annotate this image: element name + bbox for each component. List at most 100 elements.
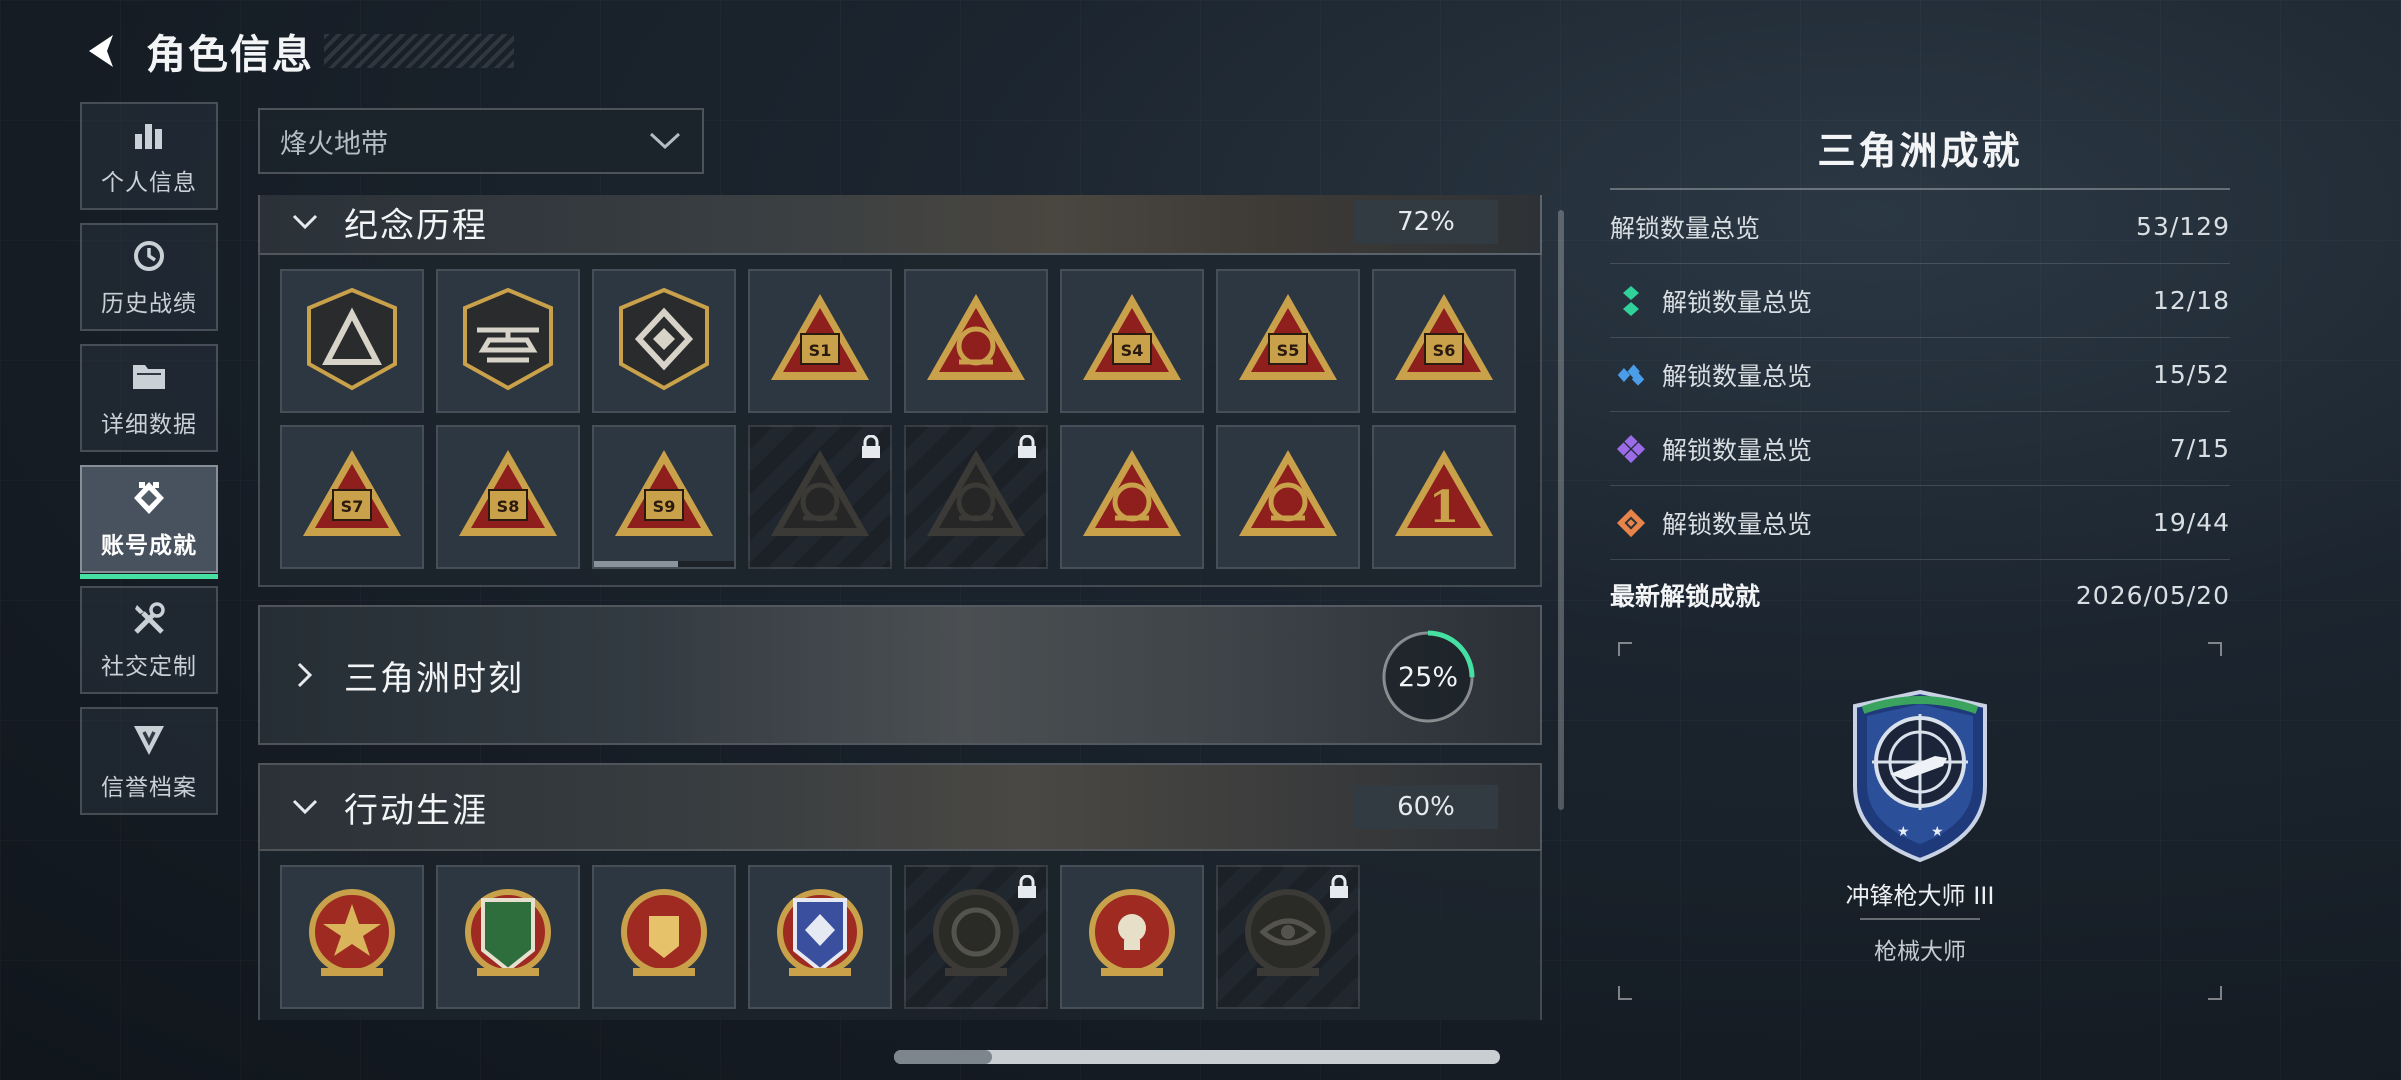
achievement-tile[interactable]: 1 — [1372, 425, 1516, 569]
s1-balloon-badge-icon: S1 — [765, 284, 875, 398]
side-nav: 个人信息 历史战绩 详细数据 账号成就 社交定制 信誉档案 — [80, 102, 218, 828]
title-decoration — [324, 34, 514, 68]
lock-icon — [1016, 434, 1038, 459]
back-button[interactable] — [80, 29, 124, 73]
achievement-tile[interactable] — [904, 865, 1048, 1009]
tier-label: 解锁数量总览 — [1662, 435, 1813, 465]
achievement-tile[interactable] — [1216, 425, 1360, 569]
latest-achievement-row: 最新解锁成就 2026/05/20 — [1610, 560, 2230, 630]
achievement-tile[interactable] — [1060, 865, 1204, 1009]
s6-triangle-badge-icon: S6 — [1389, 284, 1499, 398]
svg-text:S1: S1 — [809, 341, 832, 360]
nav-label: 个人信息 — [101, 170, 197, 196]
nav-label: 详细数据 — [101, 412, 197, 438]
achievement-tile[interactable] — [592, 269, 736, 413]
tier-value: 15/52 — [2152, 360, 2230, 389]
vehicle-triangle-badge-icon — [1077, 440, 1187, 554]
progress-ring: 25% — [1378, 627, 1478, 727]
achievement-tile[interactable] — [748, 865, 892, 1009]
lock-icon — [1016, 874, 1038, 899]
nav-item-reputation[interactable]: 信誉档案 — [80, 707, 218, 815]
list-scrollbar[interactable] — [1558, 210, 1564, 810]
achievement-tile[interactable] — [904, 425, 1048, 569]
diamond-emblem-icon — [609, 284, 719, 398]
nav-label: 信誉档案 — [101, 775, 197, 801]
svg-text:S4: S4 — [1121, 341, 1144, 360]
nav-item-personal-info[interactable]: 个人信息 — [80, 102, 218, 210]
blue-tier-icon — [1616, 360, 1646, 390]
progress-percent-value: 72% — [1397, 207, 1455, 237]
featured-name: 冲锋枪大师 III — [1845, 882, 1995, 910]
achievement-tile[interactable]: S8 — [436, 425, 580, 569]
horizontal-scrollbar[interactable] — [894, 1050, 1500, 1064]
horizontal-scrollbar-thumb[interactable] — [894, 1050, 992, 1064]
chevron-down-icon — [649, 132, 681, 150]
achievement-tile[interactable]: S7 — [280, 425, 424, 569]
achievement-tile[interactable] — [1216, 865, 1360, 1009]
green-tier-icon — [1616, 285, 1646, 316]
nav-item-account-achievements[interactable]: 账号成就 — [80, 465, 218, 579]
svg-text:S6: S6 — [1433, 341, 1456, 360]
achievement-tile[interactable]: S4 — [1060, 269, 1204, 413]
delta-emblem-icon — [297, 284, 407, 398]
tier-label: 解锁数量总览 — [1662, 509, 1813, 539]
skull-medal-icon — [1077, 880, 1187, 994]
header: 角色信息 — [80, 22, 514, 80]
shell-medal-icon — [921, 880, 1031, 994]
frame-corner — [1618, 986, 1632, 1000]
tier-value: 12/18 — [2152, 286, 2230, 315]
section-title: 纪念历程 — [344, 205, 488, 246]
achievement-tile[interactable] — [592, 865, 736, 1009]
svg-text:S7: S7 — [341, 497, 364, 516]
lock-icon — [1328, 874, 1350, 899]
achievement-tile[interactable]: S5 — [1216, 269, 1360, 413]
nav-item-detailed-data[interactable]: 详细数据 — [80, 344, 218, 452]
s4-triangle-badge-icon: S4 — [1077, 284, 1187, 398]
s7-triangle-badge-icon: S7 — [297, 440, 407, 554]
summary-label: 解锁数量总览 — [1610, 213, 1761, 243]
achievement-tile[interactable] — [1060, 425, 1204, 569]
achievement-list[interactable]: 纪念历程 72% S1 S4 S5 S6 S7 S8 S9 1 三角洲时刻 25% 行动生涯 … — [258, 195, 1542, 1020]
section-header-memorial[interactable]: 纪念历程 72% — [258, 195, 1542, 255]
achievement-tile[interactable] — [280, 865, 424, 1009]
progress-percent-value: 60% — [1397, 792, 1455, 822]
frame-corner — [2208, 642, 2222, 656]
svg-text:S5: S5 — [1277, 341, 1300, 360]
achievement-tile[interactable] — [280, 269, 424, 413]
tier-row: 解锁数量总览 7/15 — [1610, 412, 2230, 486]
achievement-tile[interactable] — [436, 269, 580, 413]
section-header-delta-moments[interactable]: 三角洲时刻 25% — [258, 605, 1542, 745]
nav-label: 历史战绩 — [101, 291, 197, 317]
nav-item-history[interactable]: 历史战绩 — [80, 223, 218, 331]
achievement-summary-panel: 三角洲成就 解锁数量总览 53/129 解锁数量总览 12/18 解锁数量总览 … — [1610, 120, 2230, 1006]
nav-item-social-custom[interactable]: 社交定制 — [80, 586, 218, 694]
svg-text:★: ★ — [1897, 824, 1910, 840]
achievement-tile[interactable] — [436, 865, 580, 1009]
tier-value: 7/15 — [2169, 434, 2230, 463]
achievement-tile[interactable] — [904, 269, 1048, 413]
latest-label: 最新解锁成就 — [1610, 582, 1761, 611]
tier-label: 解锁数量总览 — [1662, 361, 1813, 391]
featured-divider — [1860, 918, 1980, 920]
progress-percent-value: 25% — [1397, 661, 1458, 693]
nav-label: 账号成就 — [101, 533, 197, 559]
badge-grid-memorial: S1 S4 S5 S6 S7 S8 S9 1 — [258, 255, 1542, 587]
section-title: 行动生涯 — [344, 790, 488, 831]
boat-triangle-badge-icon — [1233, 440, 1343, 554]
chevron-down-icon — [280, 798, 330, 816]
s8-triangle-badge-icon: S8 — [453, 440, 563, 554]
featured-achievement[interactable]: ★ ★ 冲锋枪大师 III 枪械大师 — [1610, 636, 2230, 1006]
reputation-icon — [129, 720, 169, 760]
lock-icon — [860, 434, 882, 459]
achievement-tile[interactable] — [748, 425, 892, 569]
section-header-career[interactable]: 行动生涯 60% — [258, 763, 1542, 851]
summary-value: 53/129 — [2136, 212, 2230, 241]
mode-select[interactable]: 烽火地带 — [258, 108, 704, 174]
achievement-tile[interactable]: S1 — [748, 269, 892, 413]
s5-triangle-badge-icon: S5 — [1233, 284, 1343, 398]
achievement-tile[interactable]: S9 — [592, 425, 736, 569]
eye-medal-icon — [1233, 880, 1343, 994]
achievement-tile[interactable]: S6 — [1372, 269, 1516, 413]
panel-title: 三角洲成就 — [1610, 120, 2230, 190]
red-winged-medal-icon — [609, 880, 719, 994]
